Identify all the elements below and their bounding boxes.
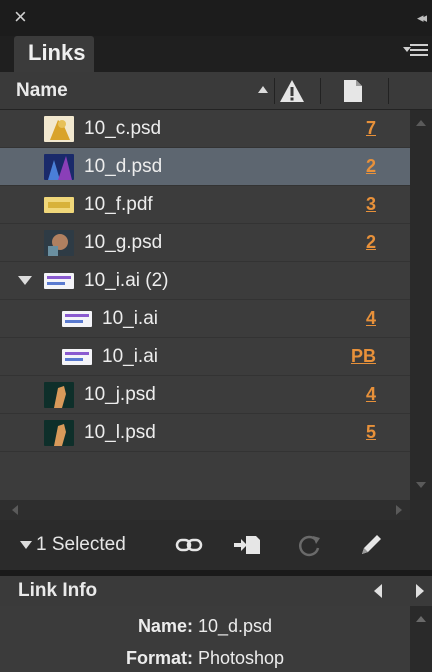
link-row-selected[interactable]: 10_d.psd 2 (0, 148, 410, 186)
link-count[interactable]: 2 (366, 156, 376, 177)
next-link-icon[interactable] (416, 584, 424, 598)
info-format-label: Format: (125, 648, 198, 668)
link-row-child[interactable]: 10_i.ai PB (0, 338, 410, 376)
thumbnail-image (44, 273, 74, 289)
panel-menu-icon[interactable] (403, 44, 428, 62)
link-name: 10_d.psd (84, 156, 163, 177)
link-row[interactable]: 10_g.psd 2 (0, 224, 410, 262)
disclosure-triangle-icon[interactable] (18, 276, 32, 285)
link-count[interactable]: 4 (366, 384, 376, 405)
link-count[interactable]: PB (351, 346, 376, 367)
goto-link-icon[interactable] (232, 532, 262, 558)
link-row[interactable]: 10_f.pdf 3 (0, 186, 410, 224)
link-row-child[interactable]: 10_i.ai 4 (0, 300, 410, 338)
thumbnail-image (44, 382, 74, 408)
thumbnail-image (44, 154, 74, 180)
tab-links[interactable]: Links (14, 36, 94, 72)
column-header: Name (0, 72, 432, 110)
link-count[interactable]: 4 (366, 308, 376, 329)
column-name[interactable]: Name (16, 80, 68, 102)
thumbnail-image (44, 420, 74, 446)
page-icon[interactable] (342, 78, 364, 104)
link-info-title: Link Info (18, 580, 98, 601)
link-row[interactable]: 10_c.psd 7 (0, 110, 410, 148)
tab-row: Links (0, 36, 432, 72)
link-info-body: Name: 10_d.psd Format: Photoshop (0, 606, 410, 672)
scroll-right-icon[interactable] (396, 505, 402, 515)
link-name: 10_j.psd (84, 384, 156, 405)
selection-count: 1 Selected (36, 534, 126, 555)
close-icon[interactable]: × (14, 6, 27, 28)
link-name: 10_i.ai (2) (84, 270, 169, 291)
show-link-info-toggle-icon[interactable] (20, 541, 32, 549)
scroll-up-icon[interactable] (416, 120, 426, 126)
scroll-up-icon[interactable] (416, 616, 426, 622)
info-scrollbar[interactable] (410, 606, 432, 672)
links-list: 10_c.psd 7 10_d.psd 2 10_f.pdf 3 10_g.ps… (0, 110, 410, 500)
link-count[interactable]: 5 (366, 422, 376, 443)
relink-icon[interactable] (174, 532, 204, 558)
info-name-value: 10_d.psd (197, 616, 273, 636)
collapse-icon[interactable]: ◂◂ (417, 10, 427, 26)
link-row[interactable]: 10_l.psd 5 (0, 414, 410, 452)
thumbnail-image (44, 116, 74, 142)
thumbnail-image (62, 311, 92, 327)
info-format-row: Format: Photoshop (0, 648, 410, 669)
warning-icon[interactable] (278, 78, 306, 104)
link-name: 10_g.psd (84, 232, 163, 253)
info-format-value: Photoshop (197, 648, 285, 668)
previous-link-icon[interactable] (374, 584, 382, 598)
thumbnail-image (62, 349, 92, 365)
update-link-icon (298, 535, 320, 557)
link-name: 10_i.ai (102, 308, 158, 329)
scroll-down-icon[interactable] (416, 482, 426, 488)
link-row[interactable]: 10_j.psd 4 (0, 376, 410, 414)
vertical-scrollbar[interactable] (410, 110, 432, 500)
info-name-label: Name: (137, 616, 198, 636)
thumbnail-image (44, 230, 74, 256)
link-count[interactable]: 2 (366, 232, 376, 253)
link-count[interactable]: 3 (366, 194, 376, 215)
scroll-left-icon[interactable] (12, 505, 18, 515)
link-name: 10_c.psd (84, 118, 162, 139)
link-info-header: Link Info (0, 576, 432, 606)
info-name-row: Name: 10_d.psd (0, 616, 410, 637)
horizontal-scrollbar[interactable] (0, 500, 410, 520)
panel-titlebar: × ◂◂ (0, 0, 432, 36)
link-name: 10_f.pdf (84, 194, 153, 215)
thumbnail-image (44, 197, 74, 213)
link-name: 10_i.ai (102, 346, 158, 367)
edit-original-icon[interactable] (356, 532, 386, 558)
link-row-group[interactable]: 10_i.ai (2) (0, 262, 410, 300)
sort-ascending-icon[interactable] (258, 86, 268, 93)
link-count[interactable]: 7 (366, 118, 376, 139)
links-toolbar: 1 Selected (0, 520, 432, 570)
link-name: 10_l.psd (84, 422, 156, 443)
